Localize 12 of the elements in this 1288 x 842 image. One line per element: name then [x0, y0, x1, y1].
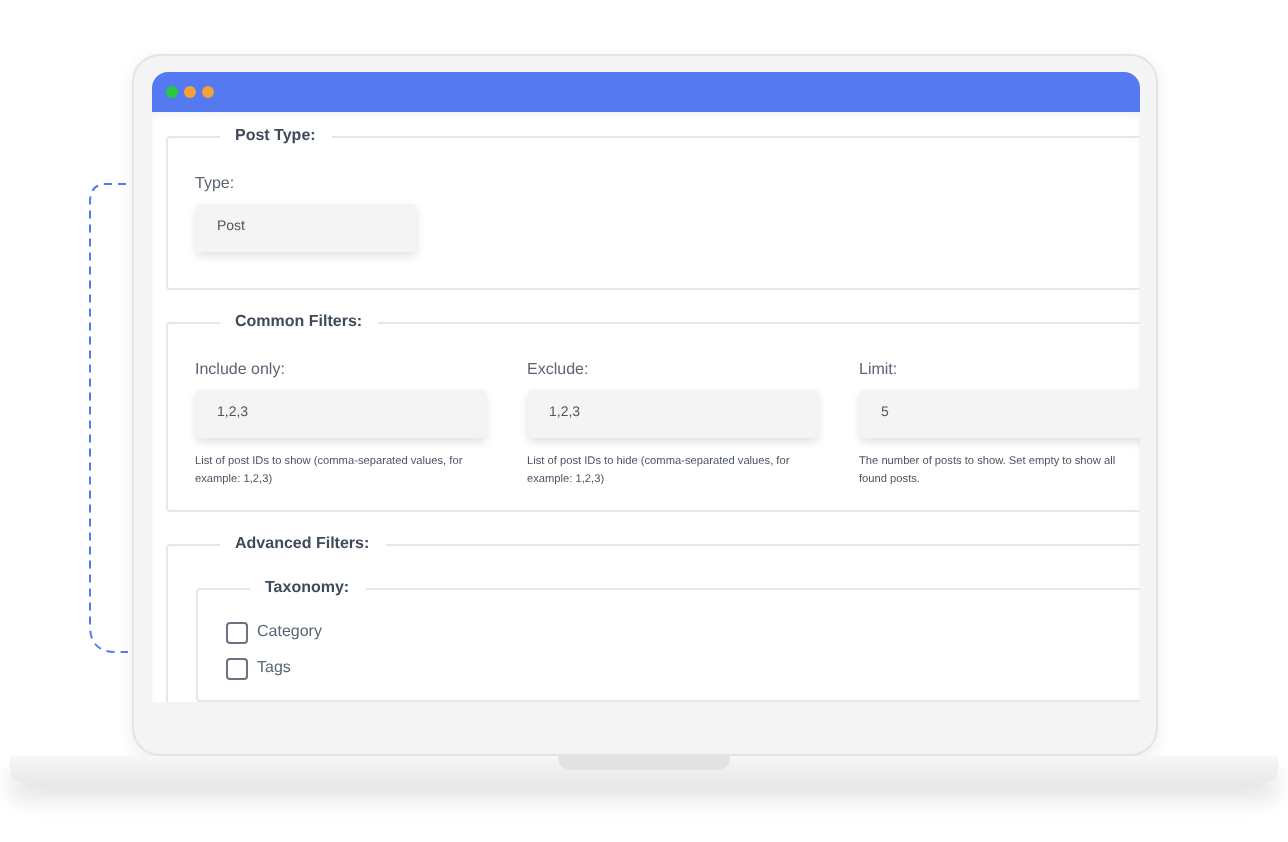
section-legend: Post Type: [219, 124, 332, 148]
checkbox[interactable] [225, 621, 247, 643]
checkbox-label: Tags [257, 656, 291, 680]
field-label: Include only: [195, 358, 285, 382]
section-legend: Advanced Filters: [219, 532, 386, 556]
checkbox-label: Category [257, 620, 322, 644]
field-label: Exclude: [527, 358, 589, 382]
field-label: Limit: [859, 358, 898, 382]
field-label: Type: [195, 172, 235, 196]
section-legend: Common Filters: [219, 310, 379, 334]
checkbox[interactable] [225, 657, 247, 679]
subsection-legend: Taxonomy: [249, 576, 366, 600]
